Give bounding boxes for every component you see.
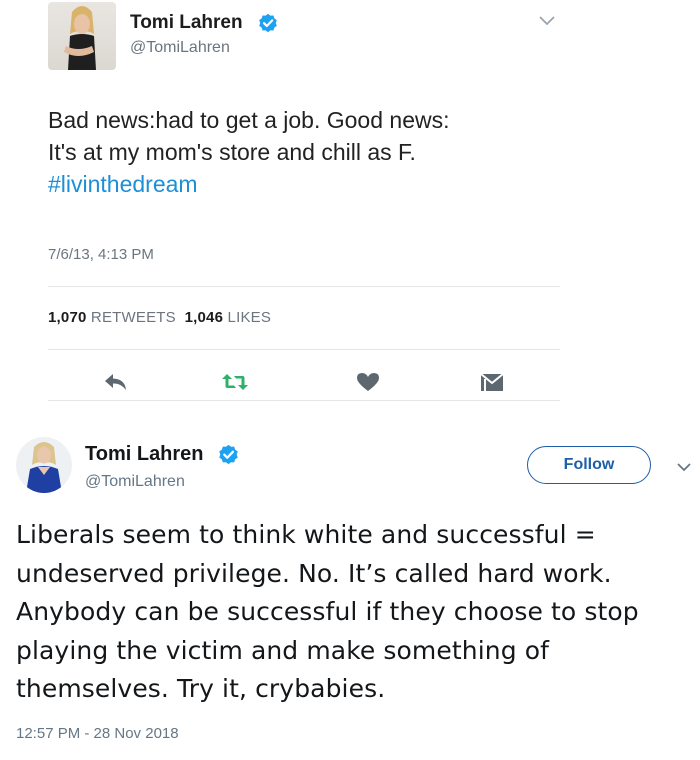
verified-badge-icon (258, 13, 278, 33)
tweet1-text: Bad news:had to get a job. Good news: It… (48, 104, 608, 200)
retweet-icon[interactable] (221, 370, 249, 394)
like-icon[interactable] (354, 370, 382, 394)
tweet2-handle[interactable]: @TomiLahren (85, 473, 185, 491)
reply-icon[interactable] (102, 370, 130, 394)
chevron-down-icon[interactable] (538, 14, 556, 28)
hashtag-link[interactable]: #livinthedream (48, 168, 608, 200)
tweet2-text: Liberals seem to think white and success… (16, 520, 639, 703)
tweet2-avatar[interactable] (16, 437, 72, 493)
tweet1-display-name[interactable]: Tomi Lahren (130, 12, 243, 34)
tweet1-avatar[interactable] (48, 2, 116, 70)
likes-count[interactable]: 1,046 (185, 309, 224, 326)
divider (48, 349, 560, 350)
divider (48, 286, 560, 287)
tweet1-timestamp[interactable]: 7/6/13, 4:13 PM (48, 246, 154, 263)
tweet1-handle[interactable]: @TomiLahren (130, 39, 230, 57)
tweet1-text-line1: Bad news:had to get a job. Good news: (48, 107, 450, 133)
tweet2-timestamp[interactable]: 12:57 PM - 28 Nov 2018 (16, 725, 179, 742)
tweet1-text-line2: It's at my mom's store and chill as F. (48, 139, 416, 165)
verified-badge-icon (218, 444, 239, 465)
retweets-label[interactable]: RETWEETS (91, 309, 176, 326)
message-icon[interactable] (478, 370, 506, 394)
divider (48, 400, 560, 401)
follow-button[interactable]: Follow (527, 446, 651, 484)
chevron-down-icon[interactable] (676, 460, 692, 472)
tweet2-display-name[interactable]: Tomi Lahren (85, 443, 204, 466)
tweet1-stats: 1,070 RETWEETS 1,046 LIKES (48, 309, 271, 326)
likes-label[interactable]: LIKES (228, 309, 272, 326)
retweets-count[interactable]: 1,070 (48, 309, 87, 326)
